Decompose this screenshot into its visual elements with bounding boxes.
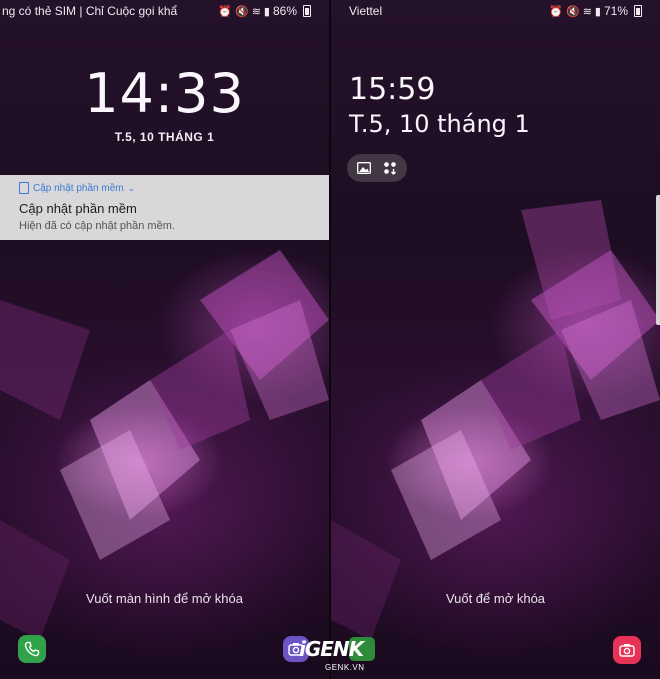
status-icons: ⏰ 🔇 ≋ ▮ 86% bbox=[218, 4, 311, 18]
watermark-brand: iGENK bbox=[299, 637, 364, 661]
left-lockscreen: ng có thẻ SIM | Chỉ Cuộc gọi khẩ ⏰ 🔇 ≋ ▮… bbox=[0, 0, 329, 679]
mute-icon: 🔇 bbox=[234, 5, 249, 18]
battery-percent: 86% bbox=[272, 4, 297, 18]
gallery-icon bbox=[357, 162, 371, 174]
camera-icon bbox=[619, 644, 635, 657]
battery-percent: 71% bbox=[603, 4, 628, 18]
signal-icon: ▮ bbox=[594, 5, 601, 18]
notification-icons-pill[interactable] bbox=[347, 154, 407, 182]
update-app-icon bbox=[19, 182, 29, 194]
notification-body: Hiện đã có cập nhật phần mềm. bbox=[19, 220, 175, 232]
notification-card[interactable]: Cập nhật phần mềm ⌄ Cập nhật phần mềm Hi… bbox=[0, 175, 329, 240]
clock: 14:33 bbox=[84, 62, 245, 125]
alarm-icon: ⏰ bbox=[549, 5, 563, 18]
status-text: ng có thẻ SIM | Chỉ Cuộc gọi khẩ bbox=[2, 4, 178, 18]
apps-download-icon bbox=[383, 161, 397, 175]
clock: 15:59 bbox=[349, 72, 436, 107]
signal-icon: ▮ bbox=[263, 5, 270, 18]
status-bar: ng có thẻ SIM | Chỉ Cuộc gọi khẩ ⏰ 🔇 ≋ ▮… bbox=[0, 0, 329, 20]
status-bar: Viettel ⏰ 🔇 ≋ ▮ 71% bbox=[331, 0, 660, 20]
chevron-down-icon[interactable]: ⌄ bbox=[128, 183, 136, 194]
date: T.5, 10 tháng 1 bbox=[349, 110, 530, 138]
date: T.5, 10 THÁNG 1 bbox=[114, 130, 215, 144]
watermark-site: GENK.VN bbox=[325, 663, 365, 672]
camera-shortcut-button[interactable] bbox=[613, 636, 641, 664]
right-lockscreen: Viettel ⏰ 🔇 ≋ ▮ 71% 15:59 T.5, 10 tháng … bbox=[331, 0, 660, 679]
battery-icon bbox=[303, 5, 311, 17]
swipe-hint: Vuốt màn hình để mở khóa bbox=[86, 591, 243, 606]
wifi-icon: ≋ bbox=[251, 5, 261, 18]
notification-app-label: Cập nhật phần mềm bbox=[33, 182, 124, 194]
notification-title: Cập nhật phần mềm bbox=[19, 201, 137, 216]
phone-icon bbox=[24, 641, 40, 657]
alarm-icon: ⏰ bbox=[218, 5, 232, 18]
mute-icon: 🔇 bbox=[565, 5, 580, 18]
carrier-name: Viettel bbox=[349, 4, 383, 18]
notification-header: Cập nhật phần mềm ⌄ bbox=[19, 182, 135, 194]
edge-panel-handle[interactable] bbox=[656, 195, 660, 325]
wifi-icon: ≋ bbox=[582, 5, 592, 18]
status-icons: ⏰ 🔇 ≋ ▮ 71% bbox=[549, 4, 642, 18]
genk-watermark: iGENK GENK.VN bbox=[285, 633, 395, 677]
battery-icon bbox=[634, 5, 642, 17]
phone-shortcut-button[interactable] bbox=[18, 635, 46, 663]
swipe-hint: Vuốt để mở khóa bbox=[445, 591, 546, 606]
